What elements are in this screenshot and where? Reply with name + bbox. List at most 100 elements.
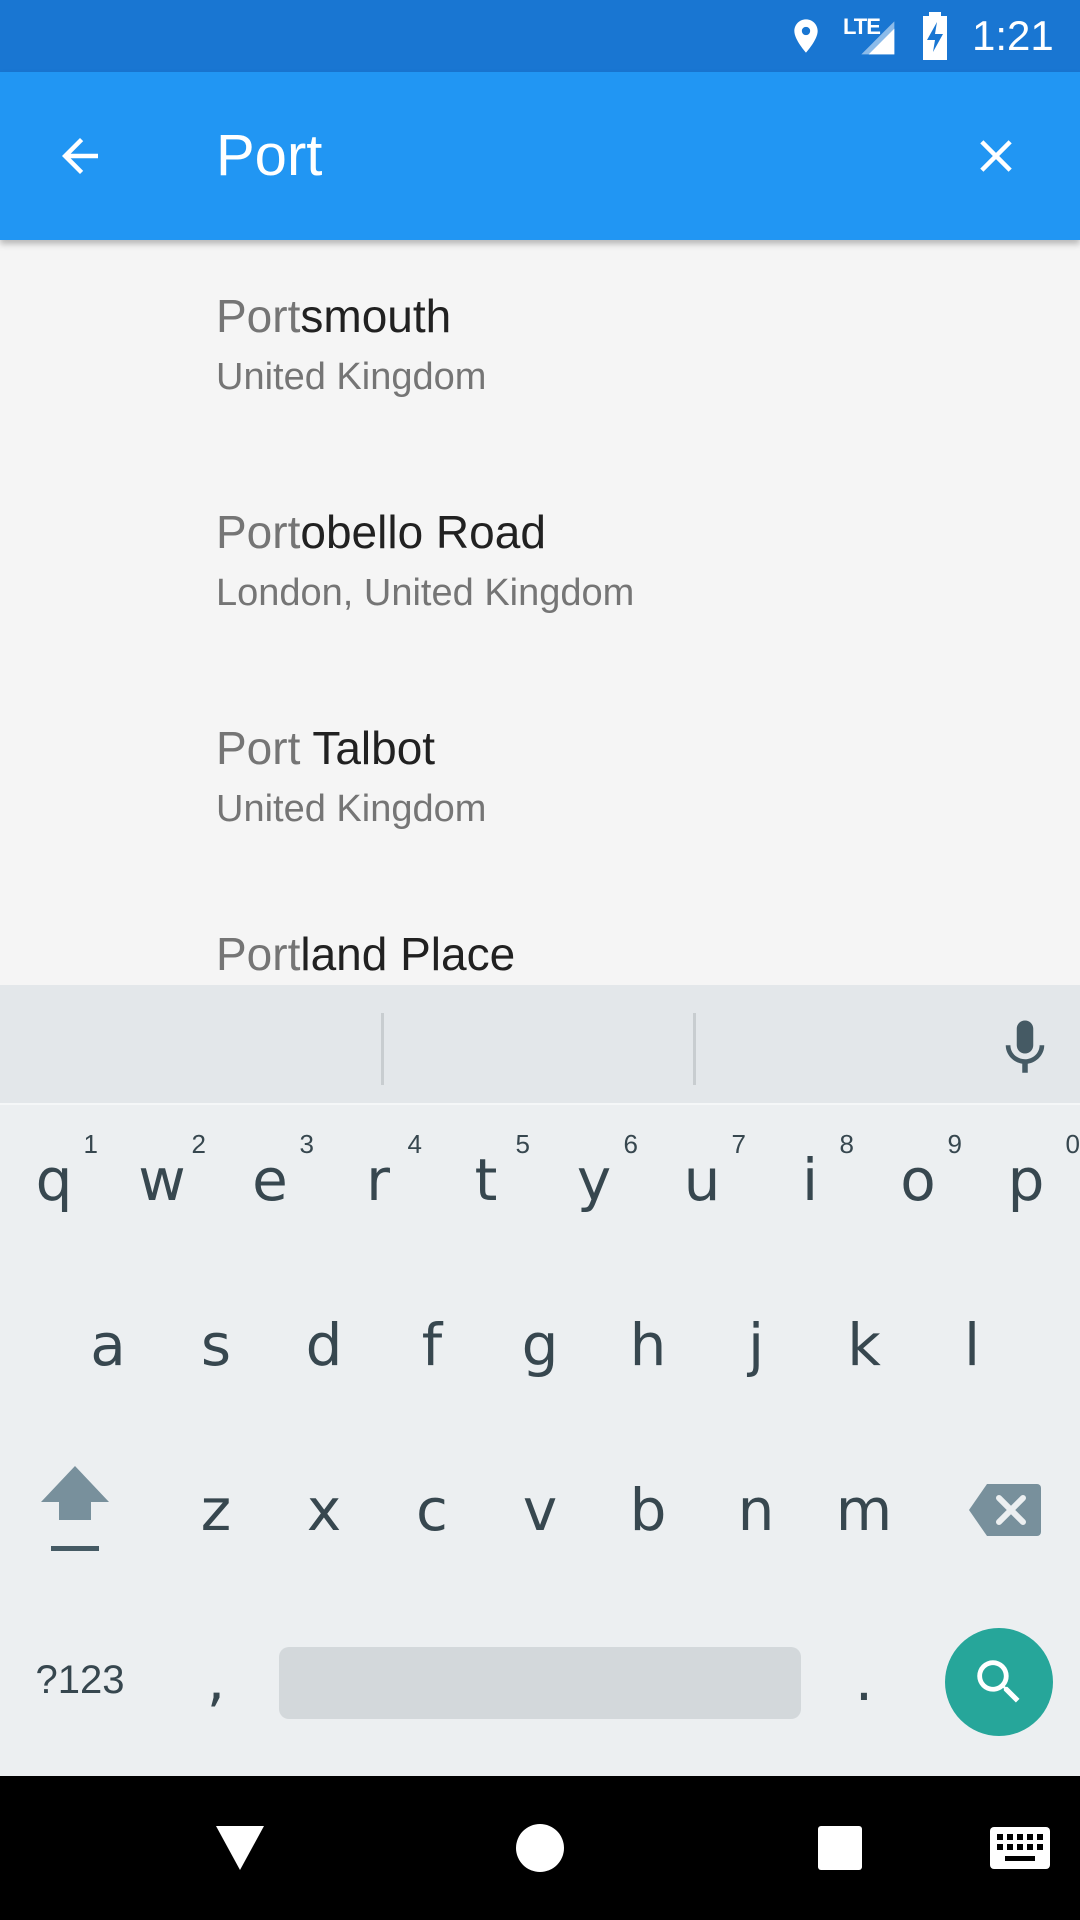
result-item[interactable]: Portobello Road London, United Kingdom	[0, 456, 1080, 672]
key-label: z	[200, 1476, 232, 1544]
key-v[interactable]: v	[486, 1435, 594, 1585]
clock: 1:21	[972, 12, 1054, 59]
spacebar[interactable]	[279, 1647, 801, 1719]
square-icon	[818, 1826, 862, 1870]
key-w[interactable]: w2	[108, 1105, 216, 1255]
key-z[interactable]: z	[162, 1435, 270, 1585]
key-label: c	[416, 1476, 448, 1544]
result-item[interactable]: Portland Place	[0, 888, 1080, 985]
key-p[interactable]: p0	[972, 1105, 1080, 1255]
key-o[interactable]: o9	[864, 1105, 972, 1255]
key-hint: 9	[947, 1129, 962, 1159]
key-label: v	[522, 1476, 558, 1544]
key-n[interactable]: n	[702, 1435, 810, 1585]
keyboard-icon	[990, 1827, 1050, 1869]
keyboard-switch-button[interactable]	[970, 1798, 1070, 1898]
close-icon	[980, 140, 1012, 172]
key-hint: 2	[191, 1129, 206, 1159]
status-bar: LTE 1:21	[0, 0, 1080, 72]
suggestion-divider	[693, 1013, 696, 1085]
search-icon	[977, 1660, 1020, 1703]
backspace-key[interactable]	[950, 1435, 1060, 1585]
result-title-match: Port	[216, 506, 301, 558]
result-item[interactable]: Port Talbot United Kingdom	[0, 672, 1080, 888]
key-label: q	[35, 1146, 73, 1214]
key-q[interactable]: q1	[0, 1105, 108, 1255]
clear-search-button[interactable]	[956, 116, 1036, 196]
key-label: t	[474, 1146, 498, 1214]
key-u[interactable]: u7	[648, 1105, 756, 1255]
result-title: Port Talbot	[216, 720, 435, 776]
result-title: Portsmouth	[216, 288, 451, 344]
key-i[interactable]: i8	[756, 1105, 864, 1255]
key-s[interactable]: s	[162, 1270, 270, 1420]
key-g[interactable]: g	[486, 1270, 594, 1420]
nav-home-button[interactable]	[490, 1798, 590, 1898]
key-a[interactable]: a	[54, 1270, 162, 1420]
search-action-key[interactable]	[945, 1628, 1053, 1736]
result-title-match: Port	[216, 722, 301, 774]
key-label: g	[521, 1311, 559, 1379]
key-j[interactable]: j	[702, 1270, 810, 1420]
key-label: a	[90, 1311, 126, 1379]
result-title-rest: land Place	[300, 928, 516, 980]
key-x[interactable]: x	[270, 1435, 378, 1585]
key-label: e	[252, 1146, 288, 1214]
nav-back-button[interactable]	[190, 1798, 290, 1898]
suggestion-strip	[0, 985, 1080, 1105]
key-comma[interactable]: ,	[162, 1605, 270, 1755]
key-label: .	[854, 1646, 874, 1714]
key-label: n	[737, 1476, 775, 1544]
search-toolbar: Port	[0, 72, 1080, 240]
search-results-list: Portsmouth United Kingdom Portobello Roa…	[0, 240, 1080, 985]
key-hint: 8	[839, 1129, 854, 1159]
key-r[interactable]: r4	[324, 1105, 432, 1255]
key-f[interactable]: f	[378, 1270, 486, 1420]
key-label: y	[576, 1146, 612, 1214]
key-c[interactable]: c	[378, 1435, 486, 1585]
result-subtitle: United Kingdom	[216, 356, 487, 398]
result-title: Portobello Road	[216, 504, 546, 560]
soft-keyboard: q1 w2 e3 r4 t5 y6 u7 i8 o9 p0 a s d f g …	[0, 985, 1080, 1776]
key-hint: 1	[83, 1129, 98, 1159]
key-e[interactable]: e3	[216, 1105, 324, 1255]
nav-recents-button[interactable]	[790, 1798, 890, 1898]
key-hint: 4	[407, 1129, 422, 1159]
location-icon	[794, 19, 818, 53]
result-title-rest: smouth	[300, 290, 452, 342]
result-title-rest: Talbot	[300, 722, 436, 774]
key-label: m	[835, 1476, 893, 1544]
search-input[interactable]: Port	[216, 122, 322, 190]
key-label: r	[366, 1146, 390, 1214]
key-label: d	[305, 1311, 343, 1379]
key-label: h	[629, 1311, 667, 1379]
triangle-down-icon	[216, 1826, 264, 1870]
result-item[interactable]: Portsmouth United Kingdom	[0, 240, 1080, 456]
key-label: ,	[206, 1646, 226, 1714]
key-label: b	[629, 1476, 667, 1544]
back-button[interactable]	[40, 116, 120, 196]
result-title: Portland Place	[216, 926, 515, 982]
key-l[interactable]: l	[918, 1270, 1026, 1420]
backspace-icon	[969, 1484, 1041, 1536]
microphone-icon[interactable]	[992, 1015, 1058, 1081]
shift-key[interactable]	[20, 1435, 130, 1585]
result-title-match: Port	[216, 928, 301, 980]
key-label: s	[200, 1311, 232, 1379]
key-b[interactable]: b	[594, 1435, 702, 1585]
arrow-left-icon	[62, 138, 98, 174]
key-t[interactable]: t5	[432, 1105, 540, 1255]
key-hint: 7	[731, 1129, 746, 1159]
key-period[interactable]: .	[810, 1605, 918, 1755]
key-m[interactable]: m	[810, 1435, 918, 1585]
key-h[interactable]: h	[594, 1270, 702, 1420]
key-k[interactable]: k	[810, 1270, 918, 1420]
key-label: x	[306, 1476, 342, 1544]
key-y[interactable]: y6	[540, 1105, 648, 1255]
result-subtitle: London, United Kingdom	[216, 572, 635, 614]
key-label: p	[1007, 1146, 1045, 1214]
key-label: f	[421, 1311, 443, 1379]
symbols-key[interactable]: ?123	[20, 1605, 140, 1755]
battery-charging-icon	[923, 12, 947, 60]
key-d[interactable]: d	[270, 1270, 378, 1420]
